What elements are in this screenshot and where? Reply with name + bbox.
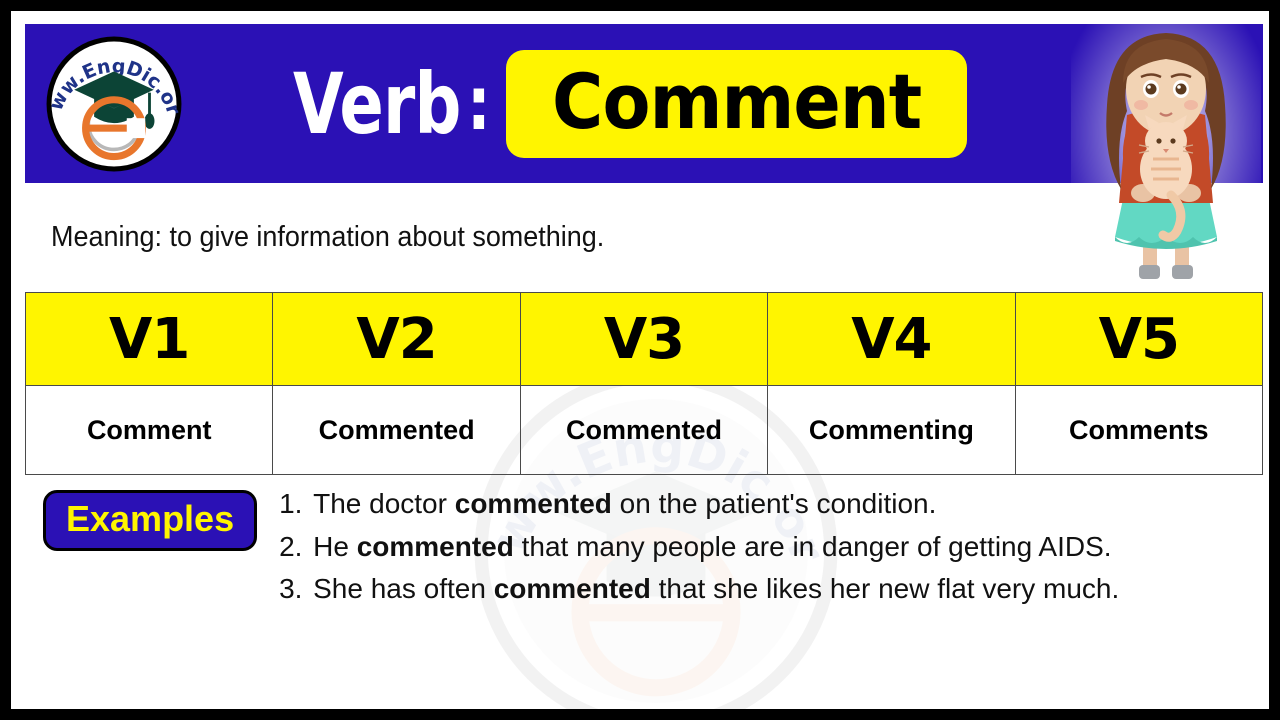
table-header-row: V1 V2 V3 V4 V5 xyxy=(24,292,1264,386)
list-item: 3. She has often commented that she likes… xyxy=(279,568,1245,611)
verb-form-v4: Commenting xyxy=(767,385,1016,475)
column-header-v2: V2 xyxy=(272,292,521,386)
verb-forms-table: V1 V2 V3 V4 V5 Comment Commented Comment… xyxy=(24,292,1264,475)
example-text-after: that many people are in danger of gettin… xyxy=(513,530,1112,562)
column-header-v5: V5 xyxy=(1014,292,1264,386)
example-highlighted-verb: commented xyxy=(356,530,514,562)
example-sentence: The doctor commented on the patient's co… xyxy=(313,483,1245,526)
example-number: 1. xyxy=(279,488,303,519)
verb-form-v1: Comment xyxy=(24,385,274,475)
example-highlighted-verb: commented xyxy=(493,573,651,605)
example-text-before: He xyxy=(313,530,357,562)
example-number: 3. xyxy=(279,573,303,605)
example-sentence: He commented that many people are in dan… xyxy=(313,526,1245,569)
example-highlighted-verb: commented xyxy=(454,488,612,519)
title-separator: : xyxy=(466,60,491,147)
examples-list: 1. The doctor commented on the patient's … xyxy=(257,483,1263,611)
column-header-v1: V1 xyxy=(24,292,274,386)
examples-badge-label: Examples xyxy=(66,498,235,539)
table-row: Comment Commented Commented Commenting C… xyxy=(24,385,1264,475)
column-header-v3: V3 xyxy=(519,292,769,386)
verb-form-v2: Commented xyxy=(272,385,521,475)
verb-form-v3: Commented xyxy=(519,385,769,475)
header-title: Verb : Comment xyxy=(293,24,967,183)
example-sentence: She has often commented that she likes h… xyxy=(313,568,1245,611)
part-of-speech-label: Verb xyxy=(293,54,461,153)
list-item: 2. He commented that many people are in d… xyxy=(279,526,1245,569)
example-text-after: on the patient's condition. xyxy=(611,488,937,519)
example-text-before: She has often xyxy=(313,573,494,605)
verb-forms-poster: www.EngDic.org www.EngDic.org xyxy=(0,0,1280,720)
list-item: 1. The doctor commented on the patient's … xyxy=(279,483,1245,526)
verb-form-v5: Comments xyxy=(1014,385,1264,475)
example-text-before: The doctor xyxy=(313,488,455,519)
meaning-row: Meaning: to give information about somet… xyxy=(25,197,1075,277)
header-bar: www.EngDic.org Verb : Comment xyxy=(25,15,1263,183)
headword-label: Comment xyxy=(551,56,922,146)
example-number: 2. xyxy=(279,530,303,562)
column-header-v4: V4 xyxy=(767,292,1016,386)
engdic-logo-badge-icon: www.EngDic.org xyxy=(34,15,186,175)
examples-badge: Examples xyxy=(43,490,258,551)
example-text-after: that she likes her new flat very much. xyxy=(650,573,1120,605)
meaning-text: Meaning: to give information about somet… xyxy=(51,220,605,253)
headword-highlight-box: Comment xyxy=(505,49,967,158)
examples-section: Examples 1. The doctor commented on the p… xyxy=(25,483,1263,611)
